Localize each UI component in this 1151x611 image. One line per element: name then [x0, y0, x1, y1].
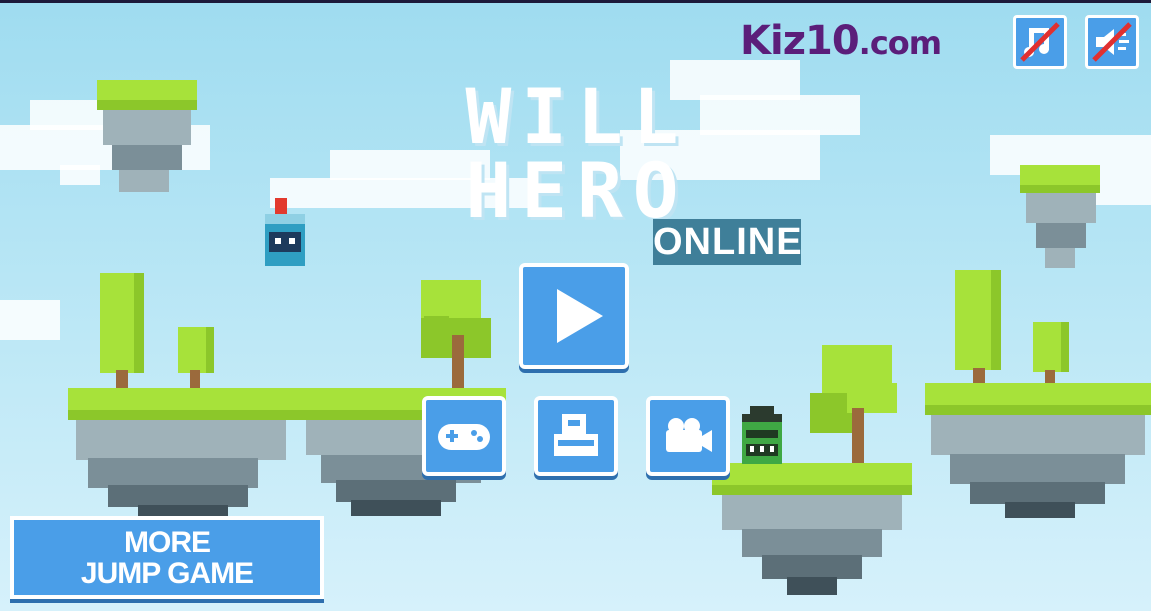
- logo-domain-text: .com: [858, 24, 942, 62]
- island-center-right: [712, 343, 912, 598]
- music-toggle-button[interactable]: [1013, 15, 1067, 69]
- sound-toggle-button[interactable]: [1085, 15, 1139, 69]
- more-games-button[interactable]: [422, 396, 506, 476]
- game-screen: WILL HERO ONLINE Kiz10 .com MORE JUMP GA…: [0, 0, 1151, 611]
- video-button[interactable]: [646, 396, 730, 476]
- title-online-tag: ONLINE: [653, 219, 803, 265]
- more-button-line-2: JUMP GAME: [80, 556, 254, 590]
- video-camera-icon: [666, 418, 712, 452]
- kiz10-logo[interactable]: Kiz10 .com: [740, 18, 942, 64]
- logo-main-text: Kiz10: [740, 18, 860, 64]
- character-shop-icon: [554, 414, 598, 456]
- play-icon: [557, 289, 603, 343]
- music-off-icon: [1020, 22, 1060, 62]
- more-button-line-1: MORE: [124, 525, 211, 559]
- game-title: WILL HERO: [412, 72, 742, 235]
- top-edge: [0, 0, 1151, 3]
- more-jump-game-button[interactable]: MORE JUMP GAME: [10, 516, 324, 599]
- sound-off-icon: [1092, 22, 1132, 62]
- floating-rock-left: [97, 80, 197, 195]
- floating-rock-right: [1020, 165, 1100, 270]
- title-line-2: HERO: [465, 146, 689, 235]
- island-right: [925, 268, 1151, 523]
- gamepad-icon: [438, 424, 490, 450]
- play-button[interactable]: [519, 263, 629, 369]
- island-left: [68, 270, 298, 525]
- hero-character: [263, 198, 305, 268]
- character-shop-button[interactable]: [534, 396, 618, 476]
- title-line-1: WILL: [465, 72, 689, 161]
- goblin-enemy: [740, 406, 784, 464]
